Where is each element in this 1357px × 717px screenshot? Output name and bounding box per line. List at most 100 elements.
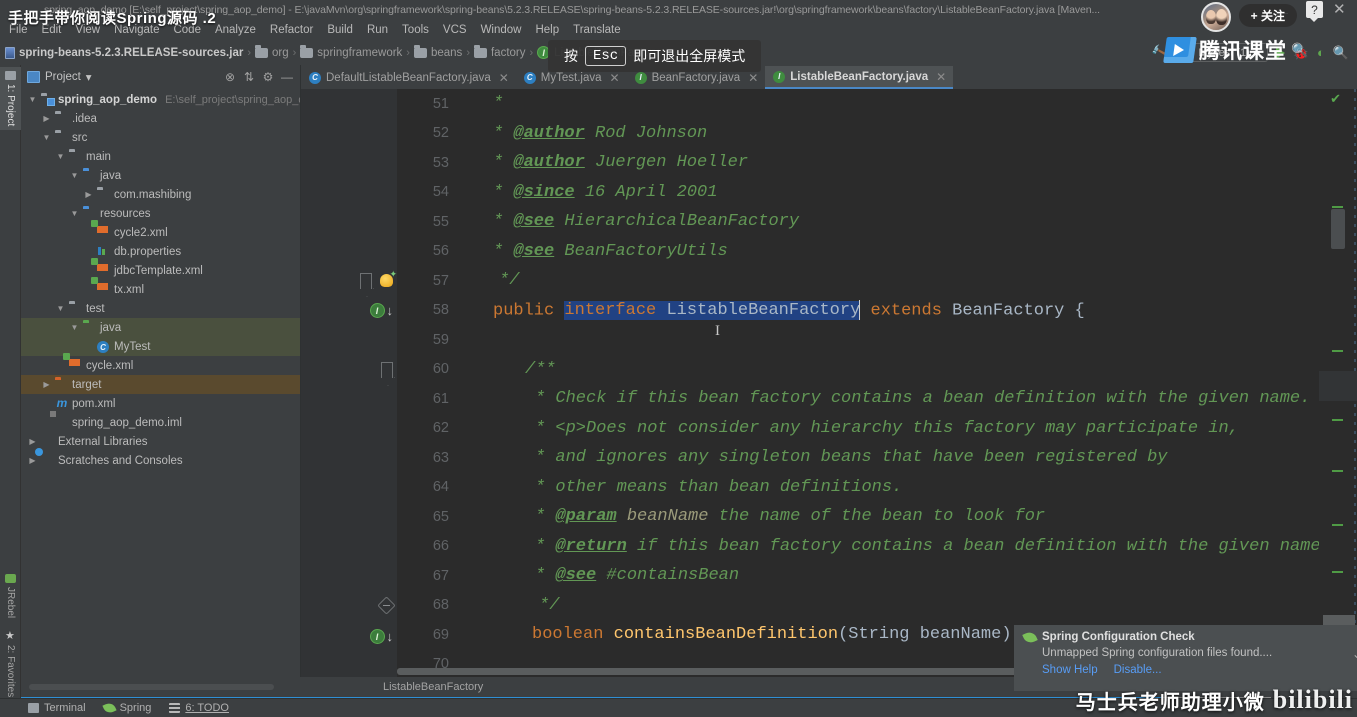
tree-node[interactable]: ▶ External Libraries <box>21 432 300 451</box>
tree-node[interactable]: ▶ Scratches and Consoles <box>21 451 300 470</box>
code-fold-icon[interactable] <box>381 361 393 378</box>
tree-node[interactable]: ▼ spring_aop_demo E:\self_project\spring_a… <box>21 90 300 109</box>
tree-node[interactable]: m pom.xml <box>21 394 300 413</box>
tree-node-label: cycle2.xml <box>114 226 168 239</box>
tree-toggle-icon[interactable]: ▶ <box>27 456 38 465</box>
status-terminal[interactable]: Terminal <box>28 702 86 714</box>
tree-node[interactable]: ▶ target <box>21 375 300 394</box>
tree-node[interactable]: ▶ .idea <box>21 109 300 128</box>
breadcrumb-beans[interactable]: beans <box>411 44 465 60</box>
marker-tick[interactable] <box>1332 419 1343 421</box>
tree-node[interactable]: cycle2.xml <box>21 223 300 242</box>
search-icon[interactable]: 🔍 <box>1291 42 1308 59</box>
gutter-fold-marker[interactable] <box>301 266 397 296</box>
tree-toggle-icon[interactable]: ▼ <box>69 209 80 218</box>
expand-icon[interactable]: ⇅ <box>242 70 256 84</box>
close-icon[interactable]: ✕ <box>936 70 946 84</box>
implementation-icon[interactable]: I <box>369 303 385 319</box>
rail-button-jrebel[interactable]: JRebel <box>0 570 21 622</box>
project-tree-scrollbar[interactable] <box>29 684 274 690</box>
menu-build[interactable]: Build <box>320 22 360 38</box>
tree-toggle-icon[interactable]: ▼ <box>41 133 52 142</box>
tree-toggle-icon[interactable]: ▼ <box>55 152 66 161</box>
tree-toggle-icon[interactable]: ▼ <box>27 95 38 104</box>
tree-node[interactable]: ▼ src <box>21 128 300 147</box>
rail-button-project[interactable]: 1: Project <box>0 67 21 131</box>
tree-node[interactable]: cycle.xml <box>21 356 300 375</box>
breadcrumb-org[interactable]: org <box>252 44 292 60</box>
menu-vcs[interactable]: VCS <box>436 22 474 38</box>
collapse-all-icon[interactable]: ⊗ <box>223 70 237 84</box>
breadcrumb-jar[interactable]: spring-beans-5.2.3.RELEASE-sources.jar <box>2 46 246 60</box>
show-help-link[interactable]: Show Help <box>1042 664 1098 676</box>
tree-node[interactable]: tx.xml <box>21 280 300 299</box>
breadcrumb-springframework[interactable]: springframework <box>297 44 405 60</box>
follow-button[interactable]: + 关注 <box>1238 4 1297 27</box>
line-number: 52 <box>432 125 449 142</box>
hide-icon[interactable]: — <box>280 70 294 84</box>
chevron-down-icon[interactable]: ▾ <box>86 70 92 84</box>
tree-toggle-icon[interactable]: ▼ <box>55 304 66 313</box>
tab-label: MyTest.java <box>540 71 602 84</box>
menu-tools[interactable]: Tools <box>395 22 436 38</box>
scrollbar-thumb[interactable] <box>1331 209 1345 249</box>
status-todo[interactable]: 6: TODO <box>169 702 229 714</box>
marker-tick[interactable] <box>1332 571 1343 573</box>
tree-toggle-icon[interactable]: ▶ <box>27 437 38 446</box>
spring-leaf-icon <box>1022 629 1038 645</box>
implementation-icon[interactable]: I <box>369 629 385 645</box>
tab-listablebeanfactory[interactable]: I ListableBeanFactory.java ✕ <box>765 66 954 89</box>
tree-node[interactable]: ▼ test <box>21 299 300 318</box>
gutter-fold-marker[interactable] <box>301 355 397 385</box>
breadcrumb-factory[interactable]: factory <box>471 44 529 60</box>
gutter-implementation-marker[interactable]: I ↓ <box>301 622 397 652</box>
menu-translate[interactable]: Translate <box>566 22 628 38</box>
scrollbar-thumb[interactable] <box>397 668 1017 675</box>
code-editor[interactable]: 51 * 52 * @author Rod Johnson 53 * @auth… <box>301 89 1319 677</box>
marker-tick[interactable] <box>1332 524 1343 526</box>
menu-refactor[interactable]: Refactor <box>263 22 320 38</box>
help-tooltip-icon[interactable]: ? <box>1306 1 1323 22</box>
inspection-ok-icon[interactable]: ✔ <box>1330 91 1341 107</box>
tree-node[interactable]: spring_aop_demo.iml <box>21 413 300 432</box>
menu-window[interactable]: Window <box>474 22 529 38</box>
breadcrumb-footer-label[interactable]: ListableBeanFactory <box>383 681 483 693</box>
chevron-down-icon[interactable]: ⌄ <box>1352 647 1357 661</box>
menu-analyze[interactable]: Analyze <box>208 22 263 38</box>
code-content[interactable]: 51 * 52 * @author Rod Johnson 53 * @auth… <box>397 89 1319 677</box>
tree-node[interactable]: ▶ com.mashibing <box>21 185 300 204</box>
tree-toggle-icon[interactable]: ▼ <box>69 323 80 332</box>
status-spring[interactable]: Spring <box>101 701 151 715</box>
tree-toggle-icon[interactable]: ▶ <box>41 380 52 389</box>
avatar[interactable] <box>1201 2 1231 32</box>
marker-tick[interactable] <box>1332 350 1343 352</box>
tree-node[interactable]: ▼ main <box>21 147 300 166</box>
tree-node[interactable]: db.properties <box>21 242 300 261</box>
gear-icon[interactable]: ⚙ <box>261 70 275 84</box>
tree-node[interactable]: ▼ resources <box>21 204 300 223</box>
code-fold-icon[interactable] <box>360 272 372 289</box>
tree-toggle-icon[interactable]: ▼ <box>69 171 80 180</box>
code-fold-collapse-icon[interactable] <box>377 596 396 615</box>
tree-node[interactable]: ▼ java <box>21 166 300 185</box>
tree-node[interactable]: jdbcTemplate.xml <box>21 261 300 280</box>
editor-marker-bar[interactable]: ✔ ⌄ <box>1319 89 1357 677</box>
tree-node[interactable]: ▼ java <box>21 318 300 337</box>
intention-bulb-icon[interactable] <box>380 269 397 288</box>
close-icon[interactable]: ✕ <box>610 71 620 85</box>
library-icon <box>41 435 55 448</box>
gutter-implementation-marker[interactable]: I ↓ <box>301 296 397 326</box>
menu-help[interactable]: Help <box>528 22 566 38</box>
close-icon[interactable]: ✕ <box>1333 2 1346 17</box>
disable-link[interactable]: Disable... <box>1114 664 1162 676</box>
marker-tick[interactable] <box>1332 206 1343 208</box>
close-icon[interactable]: ✕ <box>748 71 758 85</box>
tree-toggle-icon[interactable]: ▶ <box>83 190 94 199</box>
tree-toggle-icon[interactable]: ▶ <box>41 114 52 123</box>
menu-run[interactable]: Run <box>360 22 395 38</box>
close-icon[interactable]: ✕ <box>499 71 509 85</box>
tab-defaultlistablebeanfactory[interactable]: C DefaultListableBeanFactory.java ✕ <box>301 66 516 89</box>
rail-button-favorites[interactable]: ★ 2: Favorites <box>0 628 21 701</box>
marker-tick[interactable] <box>1332 470 1343 472</box>
gutter-fold-marker[interactable] <box>301 591 397 621</box>
